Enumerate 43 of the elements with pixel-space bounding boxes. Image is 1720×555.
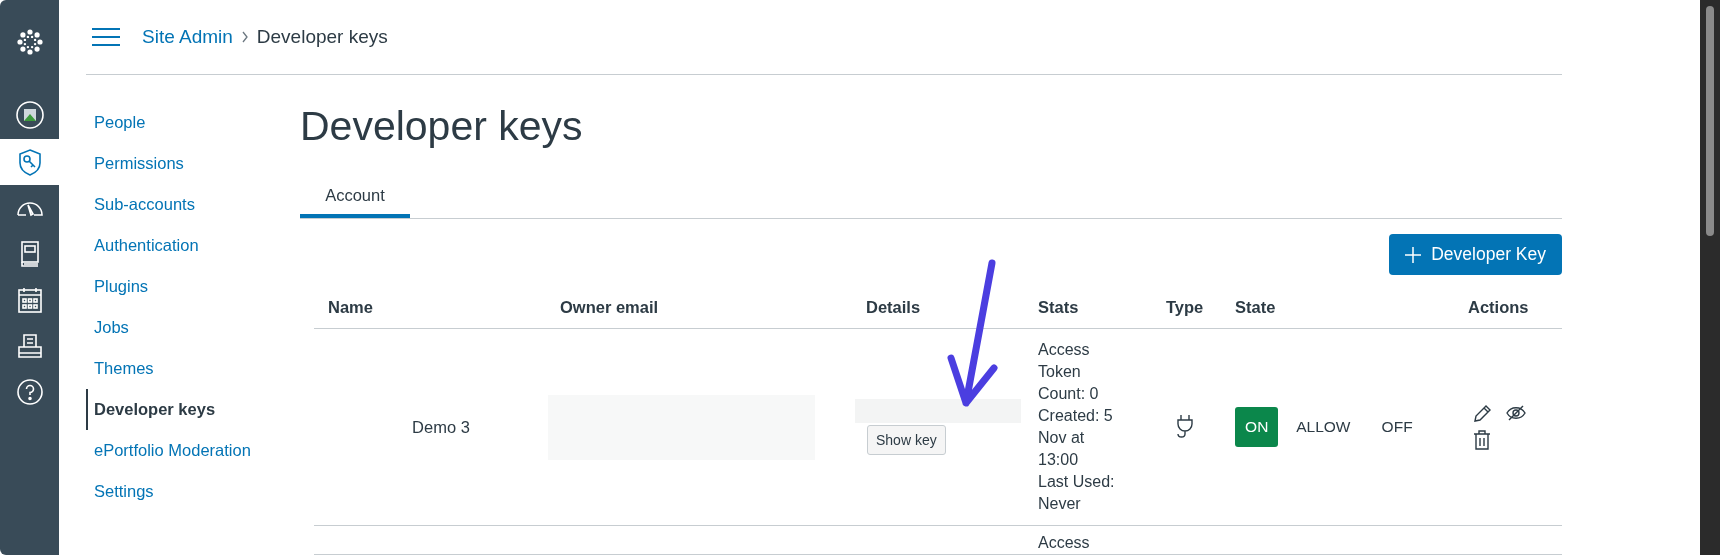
breadcrumb-link[interactable]: Site Admin [142,22,233,52]
sidebar-item[interactable]: Settings [86,471,300,512]
column-header: State [1235,298,1276,316]
stat-text: Last Used: Never [1038,472,1116,514]
column-header: Type [1166,298,1204,316]
eye-slash-icon[interactable] [1506,404,1526,422]
stat-text: Created: 5 Nov at 13:00 [1038,406,1114,470]
column-header: Details [866,298,921,316]
rail-item[interactable] [0,139,59,185]
sidebar-item[interactable]: People [86,102,300,143]
pencil-icon[interactable] [1472,404,1492,424]
plug-icon [1174,414,1196,440]
add-developer-key-button[interactable]: Developer Key [1389,234,1562,275]
column-header: Name [328,298,373,316]
column-header: Actions [1468,298,1529,316]
scrollbar[interactable] [1700,0,1720,555]
show-key-button[interactable]: Show key [867,425,946,455]
sidebar-item[interactable]: Authentication [86,225,300,266]
stat-text: Access Token Count: 0 [1038,340,1100,404]
trash-icon[interactable] [1472,430,1492,450]
plus-icon [1405,246,1422,263]
help-icon[interactable] [14,377,45,407]
sidebar-item[interactable]: Themes [86,348,300,389]
sidebar-item[interactable]: ePortfolio Moderation [86,430,300,471]
column-header: Owner email [560,298,659,316]
menu-icon[interactable] [92,27,120,47]
sidebar-item[interactable]: Permissions [86,143,300,184]
column-header: Stats [1038,298,1079,316]
avatar-icon[interactable] [14,100,45,130]
breadcrumb-current: Developer keys [256,24,388,49]
state-option[interactable]: OFF [1366,407,1428,447]
logo-icon[interactable] [14,27,45,57]
sidebar-item[interactable]: Sub-accounts [86,184,300,225]
key-name: Demo 3 [412,416,470,438]
sidebar-item[interactable]: Developer keys [86,389,300,430]
state-option[interactable]: ALLOW [1292,407,1355,447]
state-option[interactable]: ON [1235,407,1279,447]
sidebar-item[interactable]: Jobs [86,307,300,348]
page-title: Developer keys [300,102,583,150]
tab[interactable]: Account [300,176,410,218]
chevron-icon [240,31,249,43]
sidebar-item[interactable]: Plugins [86,266,300,307]
stat-text: Access [1038,533,1091,553]
